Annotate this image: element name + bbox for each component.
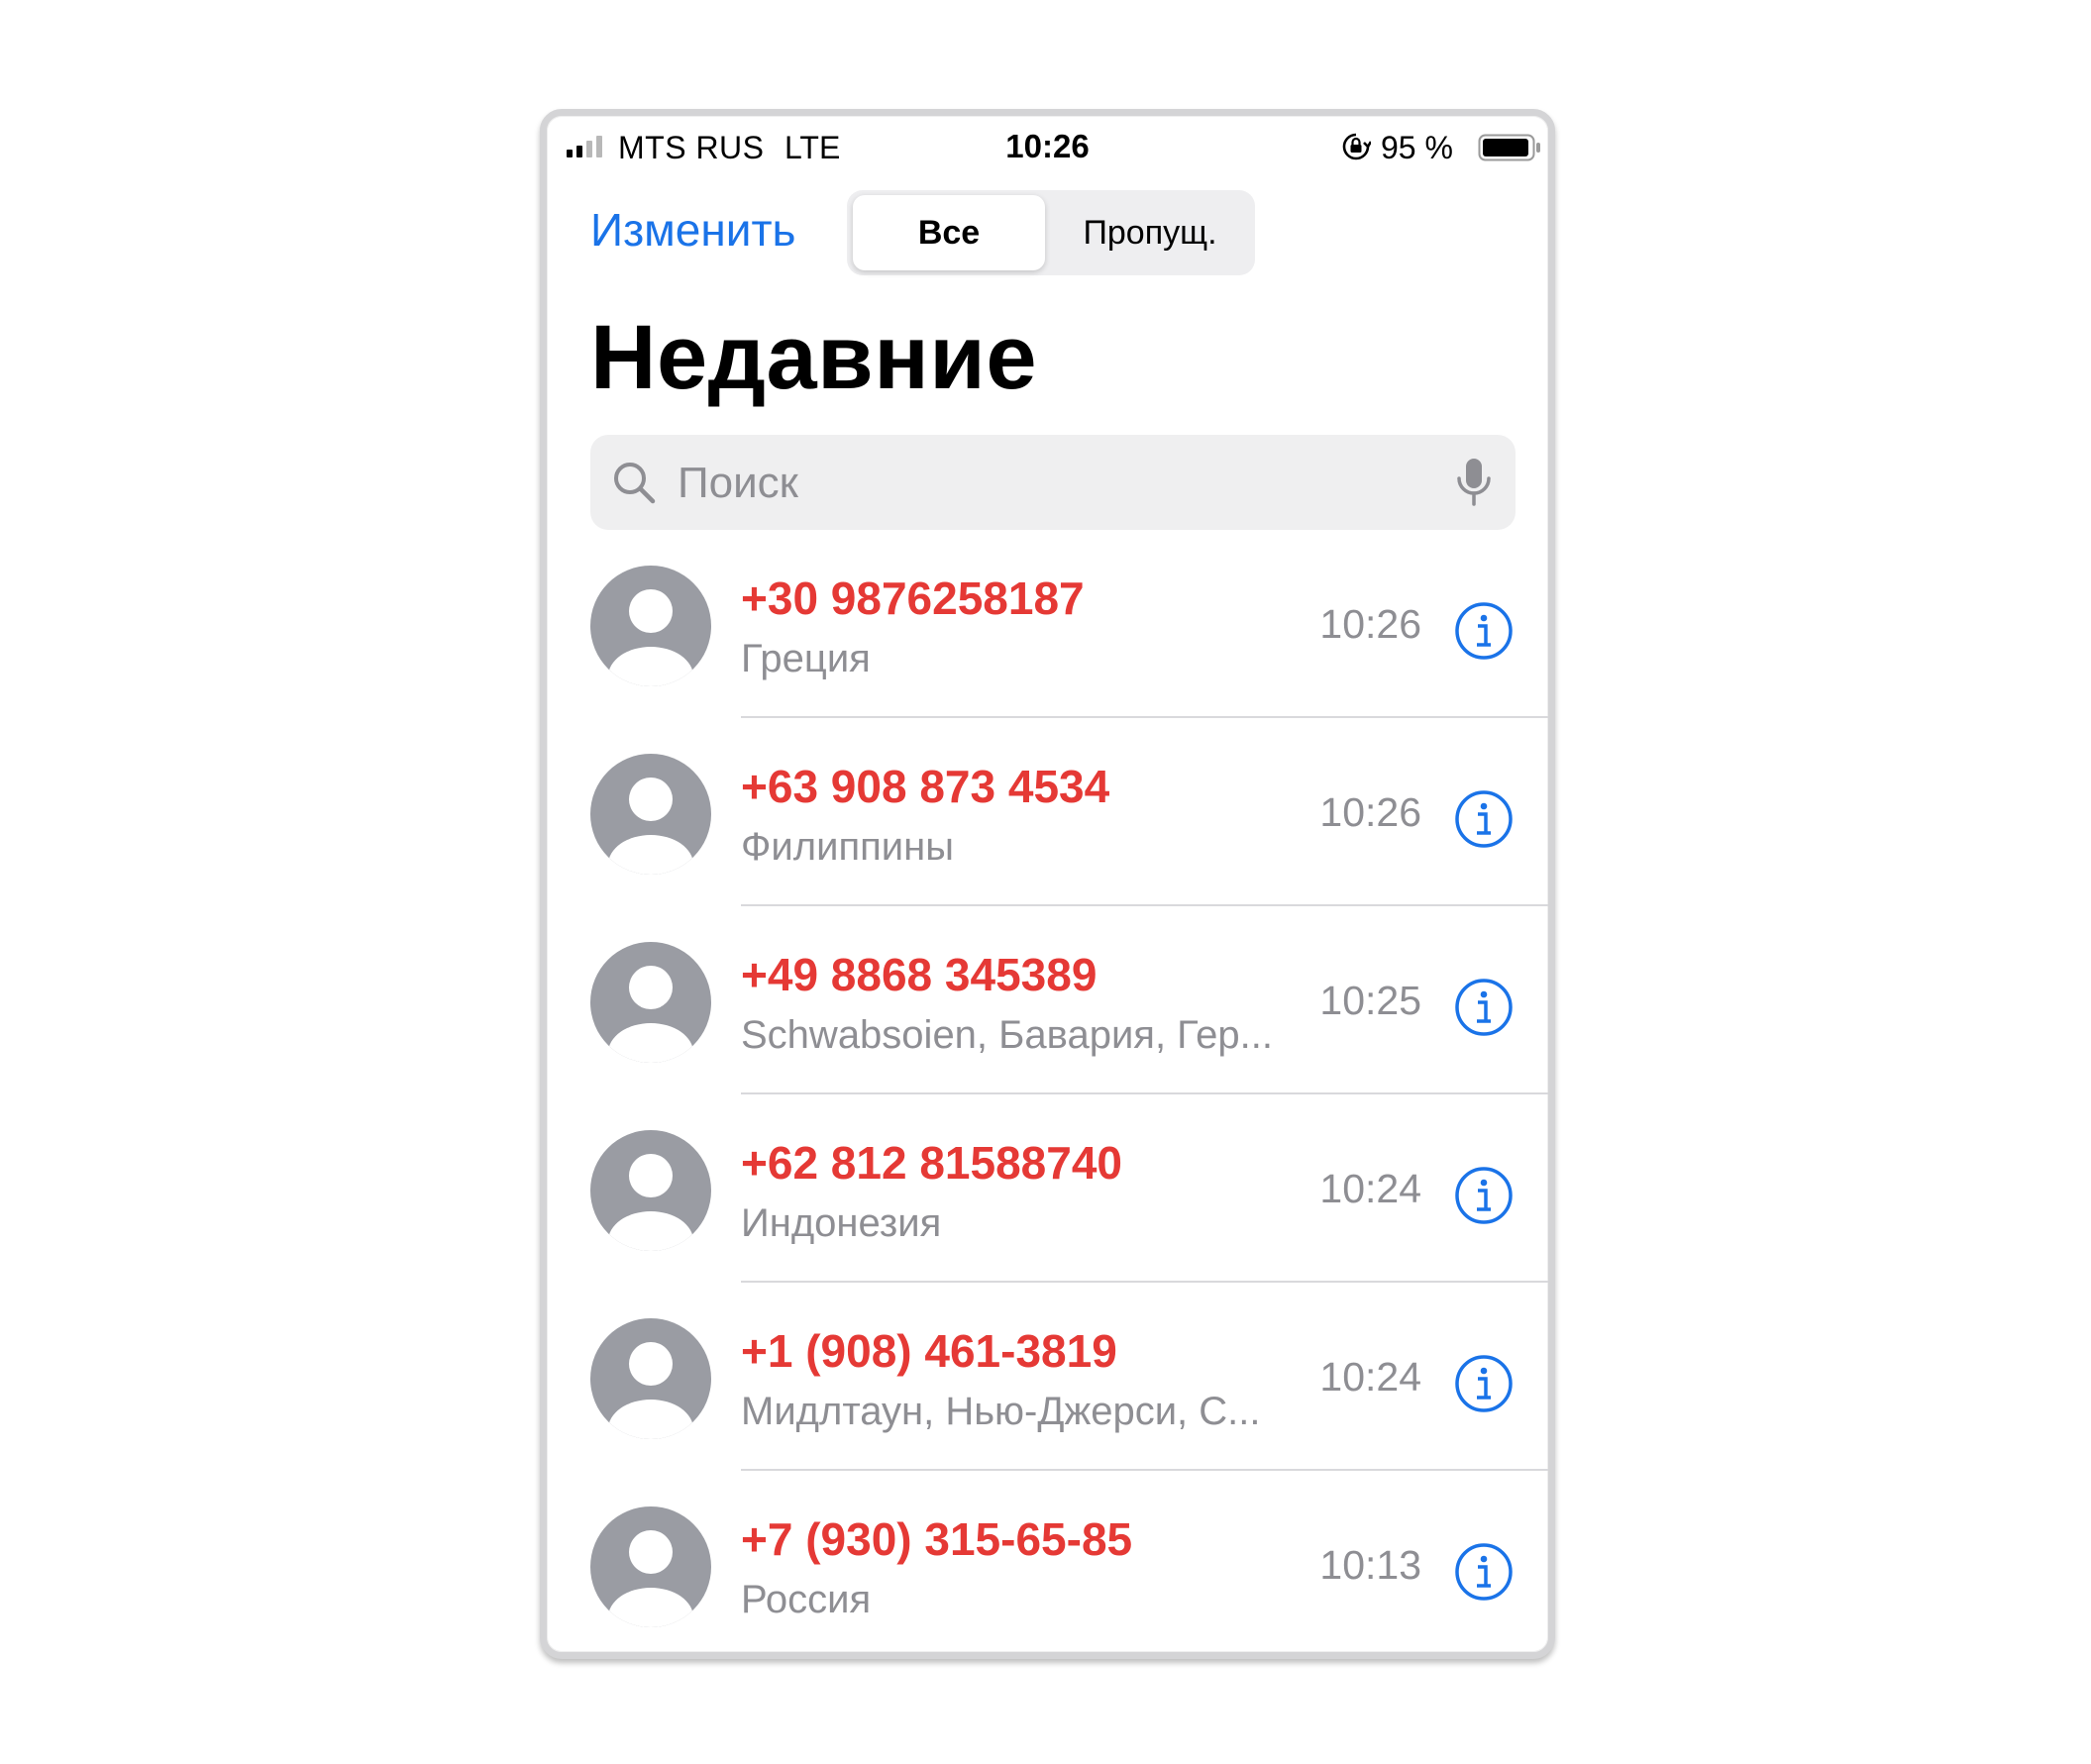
call-time: 10:26: [1319, 789, 1421, 835]
call-time: 10:24: [1319, 1354, 1421, 1400]
info-icon[interactable]: [1454, 1354, 1514, 1413]
call-row[interactable]: +49 8868 345389 Schwabsoien, Бавария, Ге…: [547, 906, 1548, 1094]
contact-avatar-icon: [590, 754, 711, 875]
info-icon[interactable]: [1454, 789, 1514, 849]
call-row[interactable]: +1 (908) 461-3819 Мидлтаун, Нью-Джерси, …: [547, 1283, 1548, 1471]
caller-location: Греция: [741, 637, 871, 680]
search-icon: [614, 463, 656, 504]
caller-location: Мидлтаун, Нью-Джерси, С...: [741, 1390, 1261, 1433]
recent-calls-list: +30 9876258187 Греция 10:26 +63 908 873 …: [547, 530, 1548, 1659]
caller-number: +49 8868 345389: [741, 949, 1098, 1000]
call-time: 10:24: [1319, 1166, 1421, 1211]
contact-avatar-icon: [590, 1130, 711, 1251]
segment-all[interactable]: Все: [853, 195, 1045, 270]
caller-number: +1 (908) 461-3819: [741, 1325, 1117, 1377]
call-time: 10:26: [1319, 601, 1421, 647]
caller-location: Россия: [741, 1578, 872, 1621]
contact-avatar-icon: [590, 942, 711, 1063]
call-row[interactable]: +62 812 81588740 Индонезия 10:24: [547, 1094, 1548, 1283]
caller-number: +63 908 873 4534: [741, 761, 1110, 812]
search-bar[interactable]: [590, 435, 1516, 530]
search-input[interactable]: [676, 449, 1432, 518]
contact-avatar-icon: [590, 1318, 711, 1439]
caller-number: +62 812 81588740: [741, 1137, 1123, 1189]
caller-number: +30 9876258187: [741, 572, 1085, 624]
orientation-lock-icon: [1342, 133, 1371, 160]
info-icon[interactable]: [1454, 601, 1514, 661]
caller-location: Филиппины: [741, 825, 954, 869]
call-time: 10:25: [1319, 978, 1421, 1023]
battery-percent: 95 %: [1381, 130, 1453, 165]
call-row[interactable]: +7 (930) 315-65-85 Россия 10:13: [547, 1471, 1548, 1659]
edit-button[interactable]: Изменить: [590, 203, 796, 257]
contact-avatar-icon: [590, 1506, 711, 1627]
call-filter-segmented-control: Все Пропущ.: [847, 190, 1255, 275]
call-row[interactable]: +63 908 873 4534 Филиппины 10:26: [547, 718, 1548, 906]
battery-icon: [1478, 134, 1540, 161]
info-icon[interactable]: [1454, 978, 1514, 1037]
contact-avatar-icon: [590, 566, 711, 686]
caller-location: Индонезия: [741, 1201, 942, 1245]
call-time: 10:13: [1319, 1542, 1421, 1588]
status-bar: MTS RUS LTE 10:26 95 %: [547, 116, 1548, 175]
info-icon[interactable]: [1454, 1542, 1514, 1602]
caller-number: +7 (930) 315-65-85: [741, 1513, 1133, 1565]
phone-screen: MTS RUS LTE 10:26 95 % Изменить Все Проп…: [540, 109, 1555, 1659]
info-icon[interactable]: [1454, 1166, 1514, 1225]
caller-location: Schwabsoien, Бавария, Гер...: [741, 1013, 1273, 1057]
call-row[interactable]: +30 9876258187 Греция 10:26: [547, 530, 1548, 718]
row-divider: [741, 1657, 1548, 1659]
page-title: Недавние: [590, 307, 1038, 408]
microphone-icon[interactable]: [1454, 457, 1494, 508]
segment-missed[interactable]: Пропущ.: [1051, 195, 1249, 270]
